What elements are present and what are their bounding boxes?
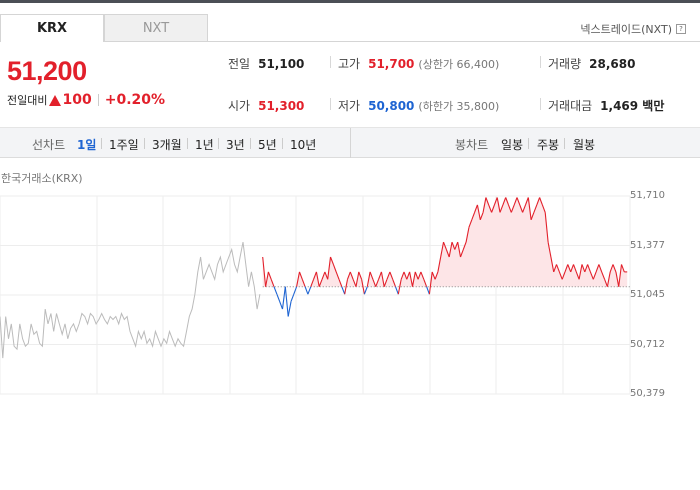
candle-daily[interactable]: 일봉 xyxy=(501,136,523,153)
top-border xyxy=(0,0,700,3)
period-3y[interactable]: 3년 xyxy=(226,136,245,153)
stat-high: 고가 51,700 (상한가 66,400) xyxy=(338,55,499,72)
period-1w[interactable]: 1주일 xyxy=(109,136,139,153)
series-segment-session xyxy=(363,286,368,295)
price-chart xyxy=(0,195,631,395)
up-triangle-icon xyxy=(49,94,62,106)
question-icon[interactable]: ? xyxy=(676,24,686,34)
change-divider xyxy=(97,94,99,106)
stat-amount: 거래대금 1,469 백만 xyxy=(548,97,664,114)
candle-weekly[interactable]: 주봉 xyxy=(537,136,559,153)
stat-limit: (상한가 66,400) xyxy=(418,57,500,71)
period-3m[interactable]: 3개월 xyxy=(152,136,182,153)
stat-value: 51,100 xyxy=(258,56,305,71)
stat-label: 거래량 xyxy=(548,57,582,71)
stat-value: 28,680 xyxy=(589,56,636,71)
price-change: 전일대비 100 +0.20% xyxy=(7,92,165,108)
stock-quote-widget: KRX NXT 넥스트레이드(NXT) ? 51,200 전일대비 100 +0… xyxy=(0,0,700,490)
tab-krx[interactable]: KRX xyxy=(0,14,104,42)
series-segment-session xyxy=(426,286,430,295)
nxt-link[interactable]: 넥스트레이드(NXT) ? xyxy=(580,21,686,37)
stat-divider xyxy=(330,98,331,110)
stat-divider xyxy=(540,56,541,68)
stat-prev-close: 전일 51,100 xyxy=(228,55,304,72)
series-segment-session xyxy=(273,286,278,295)
y-tick-label: 50,379 xyxy=(630,388,665,399)
stat-low: 저가 50,800 (하한가 35,800) xyxy=(338,97,499,114)
change-percent: +0.20% xyxy=(104,92,166,108)
period-5y[interactable]: 5년 xyxy=(258,136,277,153)
series-segment-session xyxy=(307,286,312,295)
toolbar-divider xyxy=(101,138,102,149)
period-1d[interactable]: 1일 xyxy=(77,136,96,153)
stat-value: 50,800 xyxy=(368,98,415,113)
stat-limit: (하한가 35,800) xyxy=(418,99,500,113)
candle-chart-label: 봉차트 xyxy=(455,138,489,152)
change-value: 100 xyxy=(62,92,92,108)
toolbar-divider xyxy=(528,138,529,149)
series-segment-session xyxy=(287,301,292,317)
y-tick-label: 51,710 xyxy=(630,190,665,201)
stat-value: 51,300 xyxy=(258,98,305,113)
tab-nxt[interactable]: NXT xyxy=(104,14,208,42)
stat-label: 시가 xyxy=(228,99,251,113)
series-line-pre-market xyxy=(0,242,261,359)
stat-label: 고가 xyxy=(338,57,361,71)
tab-underline xyxy=(208,41,700,42)
toolbar-section-divider xyxy=(350,128,351,158)
candle-monthly[interactable]: 월봉 xyxy=(573,136,595,153)
toolbar-divider xyxy=(250,138,251,149)
line-chart-label: 선차트 xyxy=(32,138,66,152)
toolbar-divider xyxy=(218,138,219,149)
stat-divider xyxy=(330,56,331,68)
y-tick-label: 51,377 xyxy=(630,239,665,251)
stat-value: 51,700 xyxy=(368,56,415,71)
nxt-link-label: 넥스트레이드(NXT) xyxy=(580,23,672,36)
series-segment-session xyxy=(279,301,284,310)
toolbar-divider xyxy=(187,138,188,149)
series-segment-session xyxy=(304,286,309,295)
toolbar-divider xyxy=(144,138,145,149)
current-price: 51,200 xyxy=(7,56,87,86)
series-segment-session xyxy=(341,286,346,295)
period-toolbar: 선차트 1일 1주일 3개월 1년 3년 5년 10년 봉차트 일봉 주봉 월봉 xyxy=(0,128,700,158)
period-1y[interactable]: 1년 xyxy=(195,136,214,153)
stat-volume: 거래량 28,680 xyxy=(548,55,635,72)
y-tick-label: 51,045 xyxy=(630,289,665,300)
change-label: 전일대비 xyxy=(7,94,48,107)
stat-label: 전일 xyxy=(228,57,251,71)
y-tick-label: 50,712 xyxy=(630,338,665,350)
series-segment-session xyxy=(284,286,289,317)
stat-value: 1,469 백만 xyxy=(600,99,665,113)
stat-label: 거래대금 xyxy=(548,99,593,113)
stat-label: 저가 xyxy=(338,99,361,113)
toolbar-divider xyxy=(282,138,283,149)
series-segment-session xyxy=(394,286,399,295)
toolbar-divider xyxy=(564,138,565,149)
stat-open: 시가 51,300 xyxy=(228,97,304,114)
series-segment-session xyxy=(281,286,286,310)
stat-divider xyxy=(540,98,541,110)
period-10y[interactable]: 10년 xyxy=(290,136,316,153)
area-fill-above-baseline xyxy=(262,197,628,287)
